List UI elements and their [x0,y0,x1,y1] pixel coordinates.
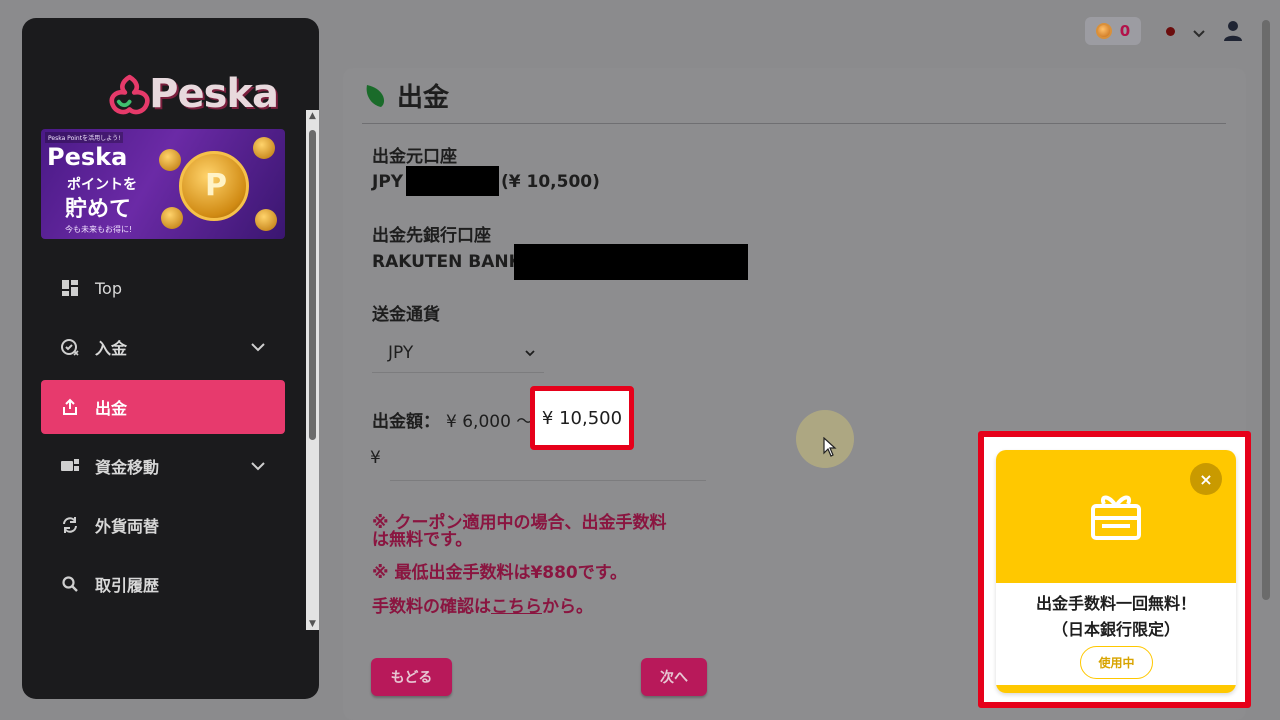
banner-title: Peska [47,143,128,171]
deposit-icon [61,338,79,356]
max-amount-highlight: ¥ 10,500 [530,386,634,450]
redacted-bank-account [514,244,748,280]
coin-icon [161,207,183,229]
sidebar: Peska Peska Pointを活用しよう! Peska ポイントを 貯めて… [22,18,319,699]
sidebar-item-label: 取引履歴 [95,576,160,595]
sidebar-item-exchange[interactable]: 外貨両替 [41,498,285,552]
scroll-up-icon[interactable]: ▲ [306,110,319,122]
coin-icon [159,149,181,171]
amount-label: 出金額： [372,412,440,432]
sidebar-item-history[interactable]: 取引履歴 [41,557,285,611]
user-icon[interactable] [1223,20,1243,46]
language-dot-icon[interactable] [1166,27,1175,36]
back-button[interactable]: もどる [371,658,452,696]
source-account-currency: JPY [372,172,404,192]
points-value: 0 [1119,22,1131,40]
sidebar-item-label: 出金 [95,399,128,418]
sidebar-item-label: Top [95,278,122,298]
redacted-account-number [406,166,499,196]
sidebar-item-deposit[interactable]: 入金 [41,320,285,374]
sidebar-item-top[interactable]: Top [41,261,285,315]
dest-account-label: 出金先銀行口座 [372,226,491,246]
banner-headline: 貯めて [65,197,132,222]
chevron-down-icon[interactable] [251,461,269,471]
amount-range-row: 出金額： ¥ 6,000 〜 [372,407,533,432]
points-badge[interactable]: 0 [1085,17,1141,45]
big-coin-icon: P [179,151,249,221]
coin-icon [253,137,275,159]
coin-letter: P [205,168,227,203]
points-coin-icon [1095,23,1112,39]
sidebar-scrollbar[interactable]: ▲ ▼ [306,110,319,630]
coupon-title: 出金手数料一回無料！ [1035,594,1196,613]
withdraw-icon [61,398,79,416]
source-account-label: 出金元口座 [372,147,457,167]
banner-tag: Peska Pointを活用しよう! [45,132,124,143]
sidebar-item-label: 資金移動 [95,458,160,477]
search-icon [61,575,79,593]
page-title: 出金 [365,77,449,114]
sidebar-item-withdraw[interactable]: 出金 [41,380,285,434]
points-promo-banner[interactable]: Peska Pointを活用しよう! Peska ポイントを 貯めて 今も未来も… [41,129,285,239]
amount-prefix: ¥ [370,448,381,468]
sidebar-item-transfer[interactable]: 資金移動 [41,439,285,493]
page-title-text: 出金 [397,83,450,113]
coupon-status-button[interactable]: 使用中 [1080,646,1153,679]
coupon-popup: × 出金手数料一回無料！ （日本銀行限定） 使用中 [996,450,1236,693]
fee-check-before: 手数料の確認は [372,597,491,617]
scroll-thumb[interactable] [309,130,316,440]
max-amount-value: ¥ 10,500 [541,407,623,429]
peach-logo-icon [109,74,150,115]
coupon-note-line2: は無料です。 [372,530,473,550]
fee-check-link[interactable]: こちら [491,597,542,617]
sidebar-item-label: 入金 [95,339,128,358]
min-fee-note: ※ 最低出金手数料は¥880です。 [372,563,628,583]
fee-check-note: 手数料の確認はこちらから。 [372,592,593,617]
source-account-balance: (¥ 10,500) [501,172,600,192]
currency-label: 送金通貨 [372,305,440,325]
exchange-icon [61,516,79,534]
next-button[interactable]: 次へ [641,658,707,696]
amount-range: ¥ 6,000 〜 [446,412,534,432]
leaf-icon [366,84,385,107]
title-divider [362,123,1226,124]
currency-select[interactable]: JPY [372,333,544,373]
sidebar-item-label: 外貨両替 [95,517,160,536]
page-scrollbar[interactable] [1262,20,1270,600]
banner-caption: 今も未来もお得に! [65,225,133,234]
dashboard-icon [61,279,79,297]
close-icon[interactable]: × [1190,463,1222,495]
scroll-down-icon[interactable]: ▼ [306,618,319,630]
amount-input[interactable] [390,480,706,481]
chevron-down-icon[interactable] [251,342,269,352]
brand-name: Peska [149,71,279,117]
brand-logo[interactable]: Peska [108,62,279,126]
gift-icon [1091,495,1141,540]
currency-select-value: JPY [388,342,414,363]
coupon-subtitle: （日本銀行限定） [1051,620,1180,639]
coupon-footer-strip [996,685,1236,693]
mouse-cursor-icon [823,436,837,461]
dest-account-bank: RAKUTEN BANK, [372,252,529,272]
chevron-down-icon[interactable] [1192,24,1206,43]
coin-icon [255,209,277,231]
fee-check-after: から。 [542,597,593,617]
chevron-down-icon [525,349,535,356]
transfer-icon [61,457,79,475]
